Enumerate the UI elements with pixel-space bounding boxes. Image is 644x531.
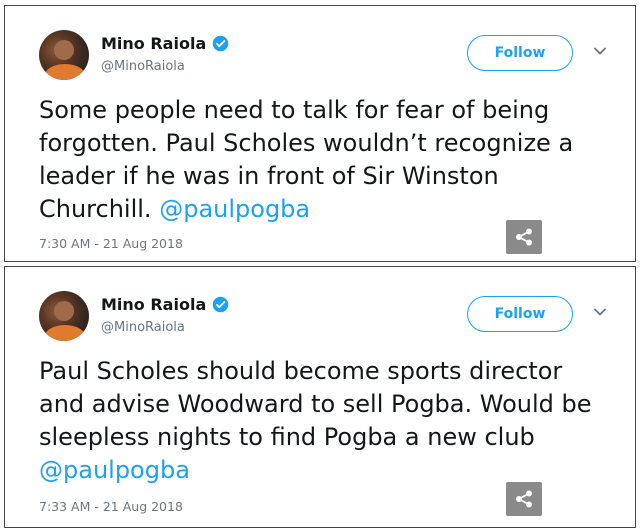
share-icon xyxy=(516,228,532,246)
chevron-down-icon[interactable] xyxy=(593,44,607,58)
verified-badge-icon xyxy=(212,296,229,313)
mention-link[interactable]: @paulpogba xyxy=(159,195,310,223)
tweet-text: Some people need to talk for fear of bei… xyxy=(39,94,599,226)
follow-button[interactable]: Follow xyxy=(467,296,573,332)
tweet-body: Paul Scholes should become sports direct… xyxy=(39,357,592,451)
follow-button[interactable]: Follow xyxy=(467,35,573,71)
mention-link[interactable]: @paulpogba xyxy=(39,456,190,484)
avatar[interactable] xyxy=(39,291,89,341)
share-button[interactable] xyxy=(506,482,542,516)
tweet-card-1: Mino Raiola @MinoRaiola Follow Some peop… xyxy=(4,5,636,262)
tweet-card-2: Mino Raiola @MinoRaiola Follow Paul Scho… xyxy=(4,266,636,528)
share-icon xyxy=(516,490,532,508)
author-handle[interactable]: @MinoRaiola xyxy=(101,320,185,335)
author-name[interactable]: Mino Raiola xyxy=(101,295,206,314)
avatar[interactable] xyxy=(39,30,89,80)
author-row: Mino Raiola xyxy=(101,295,229,314)
share-button[interactable] xyxy=(506,220,542,254)
tweet-timestamp[interactable]: 7:30 AM - 21 Aug 2018 xyxy=(39,236,183,251)
verified-badge-icon xyxy=(212,35,229,52)
tweet-text: Paul Scholes should become sports direct… xyxy=(39,355,599,487)
author-row: Mino Raiola xyxy=(101,34,229,53)
chevron-down-icon[interactable] xyxy=(593,305,607,319)
tweet-timestamp[interactable]: 7:33 AM - 21 Aug 2018 xyxy=(39,499,183,514)
author-name[interactable]: Mino Raiola xyxy=(101,34,206,53)
author-handle[interactable]: @MinoRaiola xyxy=(101,59,185,74)
